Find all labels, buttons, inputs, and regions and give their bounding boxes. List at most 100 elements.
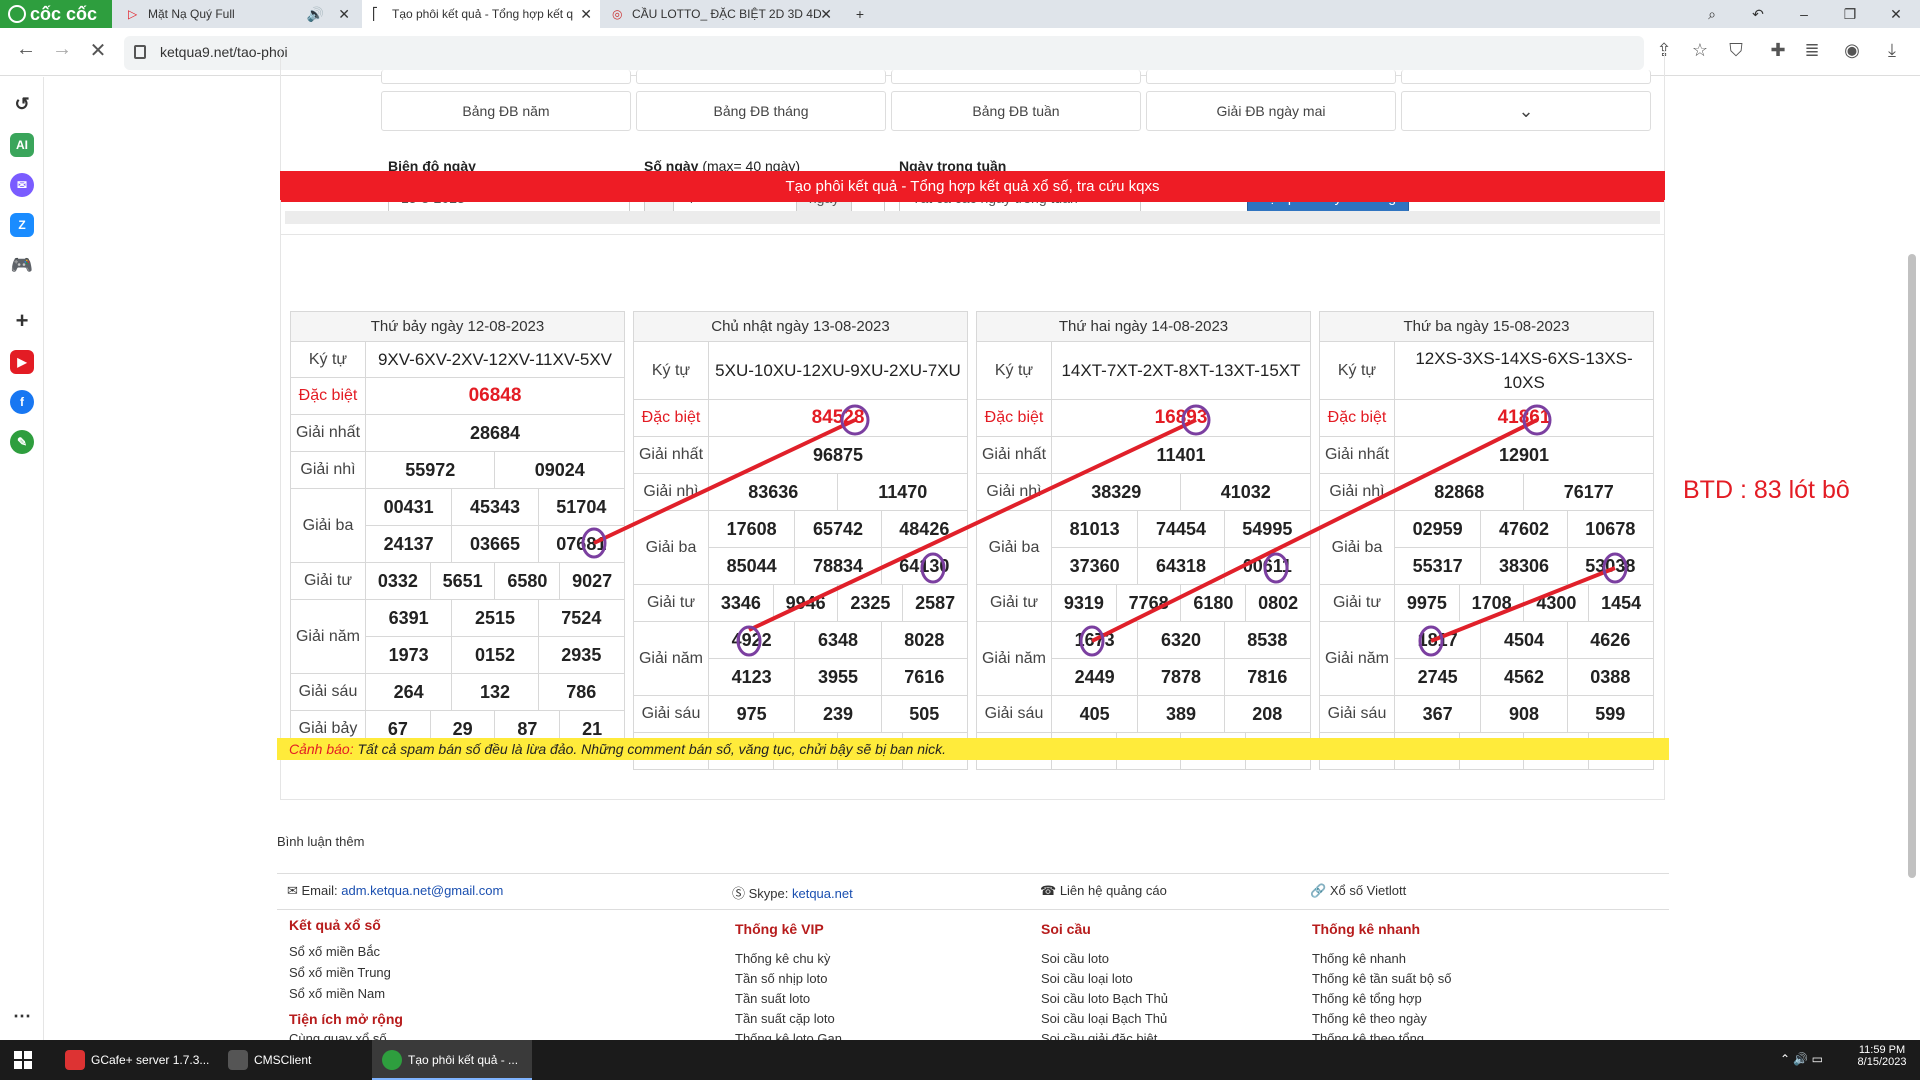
giai-tu-value: 9027 [559, 562, 625, 600]
scrollbar[interactable] [1908, 254, 1916, 878]
footer-link[interactable]: Thống kê nhanh [1312, 951, 1406, 966]
ads-link[interactable]: ☎ Liên hệ quảng cáo [1040, 883, 1167, 899]
dac-biet-label: Đặc biệt [1319, 399, 1395, 437]
back-icon[interactable]: ← [12, 38, 40, 61]
email-link[interactable]: adm.ketqua.net@gmail.com [341, 883, 503, 898]
giai-nam-label: Giải năm [1319, 621, 1395, 696]
clock[interactable]: 11:59 PM 8/15/2023 [1852, 1044, 1912, 1068]
footer-link[interactable]: Thống kê theo ngày [1312, 1011, 1427, 1026]
footer-link[interactable]: Soi cầu loại Bạch Thủ [1041, 1011, 1167, 1026]
giai-sau-value: 264 [364, 673, 453, 711]
ky-tu-label: Ký tự [1319, 341, 1395, 400]
tab-3[interactable]: ◎ CẦU LOTTO_ ĐẶC BIỆT 2D 3D 4D ✕ [602, 0, 840, 28]
zalo-icon[interactable]: Z [10, 213, 34, 237]
minimize-icon[interactable]: – [1784, 0, 1824, 28]
extensions-icon[interactable]: ✚ [1766, 40, 1790, 61]
tab-2[interactable]: ⎡ Tạo phôi kết quả - Tổng hợp kết q ✕ [362, 0, 600, 28]
giai-sau-label: Giải sáu [290, 673, 366, 711]
vietlott-link[interactable]: 🔗 Xổ số Vietlott [1310, 883, 1406, 899]
footer-link[interactable]: Tần suất cặp loto [735, 1011, 835, 1026]
playlist-icon[interactable]: ≣ [1800, 40, 1824, 61]
profile-icon[interactable]: ◉ [1840, 40, 1864, 61]
footer-heading: Kết quả xổ số [289, 917, 381, 933]
window-close-icon[interactable]: ✕ [1876, 0, 1916, 28]
giai-ba-value: 81013 [1050, 510, 1139, 548]
email-line: ✉ Email: adm.ketqua.net@gmail.com [287, 883, 504, 898]
result-table: Chủ nhật ngày 13-08-2023 Ký tự 5XU-10XU-12… [633, 311, 969, 770]
footer-link[interactable]: Tần số nhịp loto [735, 971, 828, 986]
skype-icon: Ⓢ [732, 886, 749, 901]
dac-biet-value: 16893 [1051, 399, 1311, 437]
bookmark-star-icon[interactable]: ☆ [1688, 40, 1712, 61]
giai-tu-value: 7768 [1115, 584, 1182, 622]
giai-sau-value: 908 [1480, 695, 1568, 733]
footer-link[interactable]: Thống kê tổng hợp [1312, 991, 1422, 1006]
divider [277, 873, 1669, 874]
close-icon[interactable]: ✕ [580, 0, 592, 28]
giai-nam-value: 1817 [1393, 621, 1482, 659]
giai-nhat-value: 12901 [1394, 436, 1654, 474]
history-icon[interactable]: ↺ [10, 92, 34, 116]
footer-link[interactable]: Sổ xố miền Trung [289, 965, 391, 980]
giai-nam-value: 2449 [1050, 658, 1139, 696]
giai-nhi-value: 82868 [1393, 473, 1525, 511]
more-icon[interactable]: ⋯ [10, 1004, 34, 1028]
close-icon[interactable]: ✕ [338, 0, 350, 28]
giai-ba-value: 38306 [1480, 547, 1568, 585]
giai-nhat-label: Giải nhất [1319, 436, 1395, 474]
shield-icon[interactable]: ⛉ [1724, 40, 1748, 61]
footer-link[interactable]: Sổ xố miền Nam [289, 986, 385, 1001]
youtube-icon[interactable]: ▶ [10, 350, 34, 374]
giai-tu-value: 4300 [1523, 584, 1590, 622]
giai-nhi-value: 83636 [707, 473, 839, 511]
skype-line: Ⓢ Skype: ketqua.net [732, 886, 853, 901]
footer-link[interactable]: Tần suất loto [735, 991, 810, 1006]
forward-icon[interactable]: → [48, 38, 76, 61]
tray-icons[interactable]: ⌃ 🔊 ▭ [1780, 1052, 1823, 1066]
facebook-icon[interactable]: f [10, 390, 34, 414]
taskbar-coccoc[interactable]: Tạo phôi kết quả - ... [372, 1040, 532, 1080]
giai-ba-value: 64318 [1137, 547, 1225, 585]
coccoc-icon [8, 5, 26, 23]
tab-search-icon[interactable]: ⌕ [1692, 0, 1732, 28]
maximize-icon[interactable]: ❐ [1830, 0, 1870, 28]
giai-nam-value: 6320 [1137, 621, 1225, 659]
footer-link[interactable]: Soi cầu loto [1041, 951, 1109, 966]
binh-luan-link[interactable]: Bình luận thêm [277, 834, 364, 849]
close-icon[interactable]: ✕ [820, 0, 832, 28]
giai-nam-value: 1673 [1050, 621, 1139, 659]
new-tab-icon[interactable]: + [840, 0, 880, 28]
giai-nhi-value: 38329 [1050, 473, 1182, 511]
cms-icon [228, 1050, 248, 1070]
footer-link[interactable]: Thống kê chu kỳ [735, 951, 830, 966]
footer-link[interactable]: Soi cầu loại loto [1041, 971, 1133, 986]
footer-link[interactable]: Thống kê tần suất bộ số [1312, 971, 1451, 986]
giai-nhi-label: Giải nhì [1319, 473, 1395, 511]
windows-start-icon[interactable] [14, 1051, 32, 1069]
giai-nam-value: 4922 [707, 621, 796, 659]
chat-icon[interactable]: ✎ [10, 430, 34, 454]
ai-icon[interactable]: AI [10, 133, 34, 157]
footer-link[interactable]: Sổ xố miền Bắc [289, 944, 380, 959]
giai-tu-value: 1708 [1458, 584, 1525, 622]
add-icon[interactable]: + [10, 309, 34, 333]
ky-tu-value: 14XT-7XT-2XT-8XT-13XT-15XT [1051, 341, 1311, 400]
audio-icon[interactable]: 🔊 [307, 0, 324, 28]
giai-nam-value: 3955 [794, 658, 882, 696]
footer-link[interactable]: Soi cầu loto Bạch Thủ [1041, 991, 1168, 1006]
coccoc-logo[interactable]: cốc cốc [0, 0, 112, 28]
download-icon[interactable]: ⤓ [1880, 40, 1904, 61]
taskbar-cmsclient[interactable]: CMSClient [218, 1040, 368, 1080]
taskbar-gcafe[interactable]: GCafe+ server 1.7.3... [55, 1040, 215, 1080]
back-history-icon[interactable]: ↶ [1738, 0, 1778, 28]
giai-ba-value: 03665 [451, 525, 539, 563]
messenger-icon[interactable]: ✉ [10, 173, 34, 197]
result-table: Thứ hai ngày 14-08-2023 Ký tự 14XT-7XT-2XT… [976, 311, 1312, 770]
skype-link[interactable]: ketqua.net [792, 886, 853, 901]
giai-nam-value: 0152 [451, 636, 539, 674]
game-icon[interactable]: 🎮 [10, 253, 34, 277]
tab-1[interactable]: ▷ Mặt Nạ Quý Full 🔊 ✕ [118, 0, 358, 28]
reload-icon[interactable]: ✕ [84, 38, 112, 63]
filter-panel [280, 50, 1665, 235]
phone-icon: ☎ [1040, 883, 1060, 898]
